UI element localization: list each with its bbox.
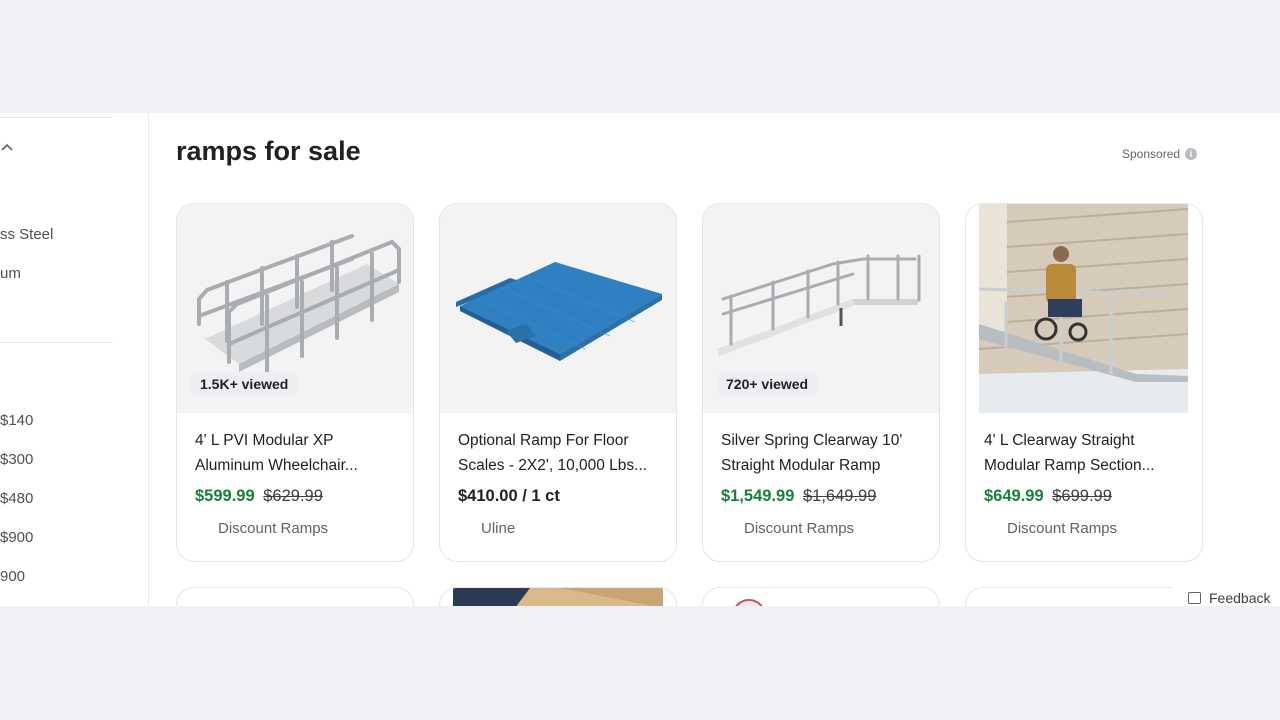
product-card[interactable] [439,587,677,606]
product-name[interactable]: 4' L PVI Modular XP Aluminum Wheelchair.… [195,428,400,478]
filter-price-3[interactable]: $480 [0,490,33,507]
product-name-line: 4' L PVI Modular XP [195,432,334,449]
feedback-label: Feedback [1209,590,1271,606]
price-row: $649.99 $699.99 [984,487,1112,506]
product-name[interactable]: 4' L Clearway Straight Modular Ramp Sect… [984,428,1189,478]
price: $410.00 / 1 ct [458,487,560,505]
product-card[interactable] [965,587,1203,606]
shopping-panel: ss Steel um $140 $300 $480 $900 900 ramp… [0,113,1280,606]
section-title: ramps for sale [176,136,361,166]
feedback-icon [1188,592,1201,604]
product-image [966,204,1202,413]
sale-price: $1,549.99 [721,487,795,505]
filter-sidebar: ss Steel um $140 $300 $480 $900 900 [0,113,149,606]
viewed-badge: 720+ viewed [717,372,818,396]
original-price: $699.99 [1052,487,1112,505]
seller-name: Discount Ramps [218,520,329,537]
viewed-badge: 1.5K+ viewed [191,372,298,396]
seller-name: Uline [481,520,516,537]
product-name-line: Silver Spring Clearway 10' [721,432,903,449]
chevron-up-icon[interactable] [0,141,14,155]
filter-price-4[interactable]: $900 [0,529,33,546]
product-name[interactable]: Silver Spring Clearway 10' Straight Modu… [721,428,926,478]
product-image [440,204,676,413]
seller-name: Discount Ramps [1007,520,1118,537]
product-name[interactable]: Optional Ramp For Floor Scales - 2X2', 1… [458,428,663,478]
original-price: $629.99 [263,487,323,505]
sponsored-label: Sponsored i [1122,147,1198,161]
price-row: $410.00 / 1 ct [458,487,560,506]
filter-material-stainless-steel[interactable]: ss Steel [0,226,53,243]
product-name-line: Scales - 2X2', 10,000 Lbs... [458,457,648,474]
product-image [453,588,663,606]
product-name-line: 4' L Clearway Straight [984,432,1135,449]
product-name-line: Straight Modular Ramp [721,457,881,474]
sponsored-text: Sponsored [1122,147,1181,161]
seller-name: Discount Ramps [744,520,855,537]
product-name-line: Optional Ramp For Floor [458,432,629,449]
product-card[interactable] [176,587,414,606]
sale-price: $599.99 [195,487,255,505]
product-image [735,599,763,606]
product-card[interactable]: 720+ viewed Silver Spring Clearway 10' S… [702,203,940,562]
product-name-line: Aluminum Wheelchair... [195,457,358,474]
price-row: $599.99 $629.99 [195,487,323,506]
price-row: $1,549.99 $1,649.99 [721,487,876,506]
feedback-button[interactable]: Feedback [1172,583,1280,606]
original-price: $1,649.99 [803,487,877,505]
filter-price-1[interactable]: $140 [0,412,33,429]
sidebar-divider [0,342,113,343]
product-card[interactable]: 1.5K+ viewed 4' L PVI Modular XP Aluminu… [176,203,414,562]
sidebar-divider [0,117,113,118]
product-card[interactable]: 4' L Clearway Straight Modular Ramp Sect… [965,203,1203,562]
sale-price: $649.99 [984,487,1044,505]
product-card[interactable] [702,587,940,606]
filter-price-5[interactable]: 900 [0,568,25,585]
filter-material-aluminum[interactable]: um [0,265,21,282]
info-icon[interactable]: i [1185,148,1198,160]
product-card[interactable]: Optional Ramp For Floor Scales - 2X2', 1… [439,203,677,562]
filter-price-2[interactable]: $300 [0,451,33,468]
product-name-line: Modular Ramp Section... [984,457,1155,474]
